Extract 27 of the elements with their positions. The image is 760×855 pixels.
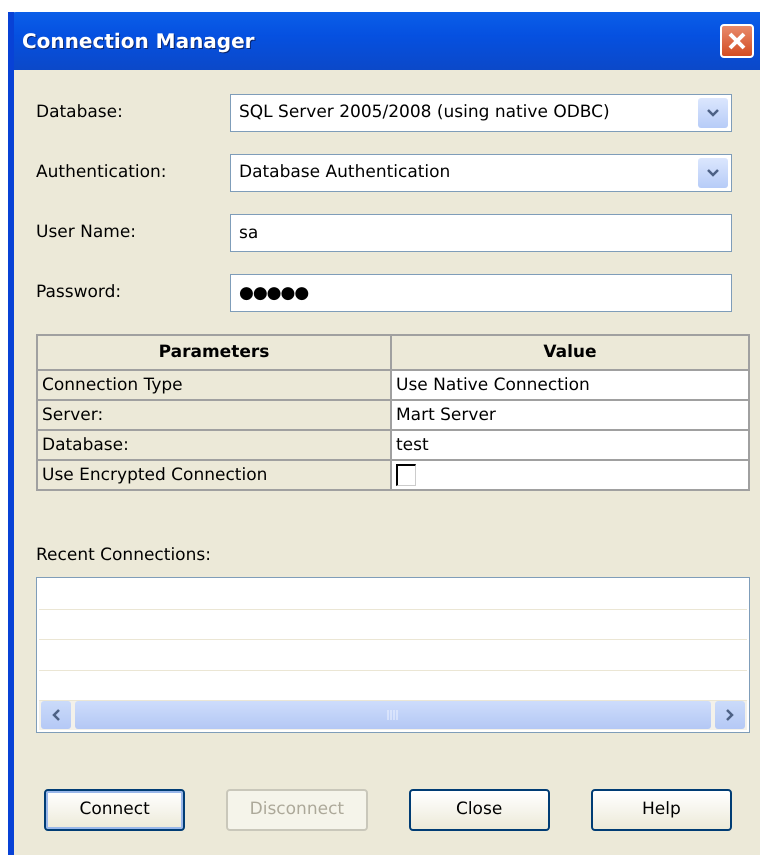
- checkbox[interactable]: [396, 464, 416, 486]
- list-label: Recent Connections:: [36, 544, 212, 567]
- window-title: Connection Manager: [22, 28, 255, 55]
- column-header: Value: [391, 335, 749, 370]
- password-field[interactable]: ●●●●●: [230, 274, 732, 312]
- field-label: Database:: [36, 101, 124, 124]
- input-field[interactable]: sa: [230, 214, 732, 252]
- table-cell[interactable]: test: [391, 430, 749, 460]
- field-label: Authentication:: [36, 161, 168, 184]
- table-cell: Connection Type: [37, 370, 391, 400]
- field-label: User Name:: [36, 221, 138, 244]
- table-cell[interactable]: Use Native Connection: [391, 370, 749, 400]
- field-label: Password:: [36, 281, 122, 304]
- scroll-right-icon[interactable]: [715, 701, 745, 730]
- dialog-button[interactable]: Connect: [44, 788, 186, 830]
- close-button[interactable]: [720, 24, 754, 58]
- close-icon[interactable]: [726, 30, 748, 52]
- dialog-button[interactable]: Close: [408, 788, 550, 830]
- table-cell[interactable]: Mart Server: [391, 400, 749, 430]
- dropdown[interactable]: Database Authentication: [230, 154, 732, 192]
- table-cell: Use Encrypted Connection: [37, 460, 391, 490]
- dialog-button[interactable]: Help: [590, 788, 732, 830]
- scroll-left-icon[interactable]: [41, 701, 71, 730]
- dropdown[interactable]: SQL Server 2005/2008 (using native ODBC): [230, 94, 732, 132]
- table-cell: Server:: [37, 400, 391, 430]
- table-cell: Database:: [37, 430, 391, 460]
- column-header: Parameters: [37, 335, 391, 370]
